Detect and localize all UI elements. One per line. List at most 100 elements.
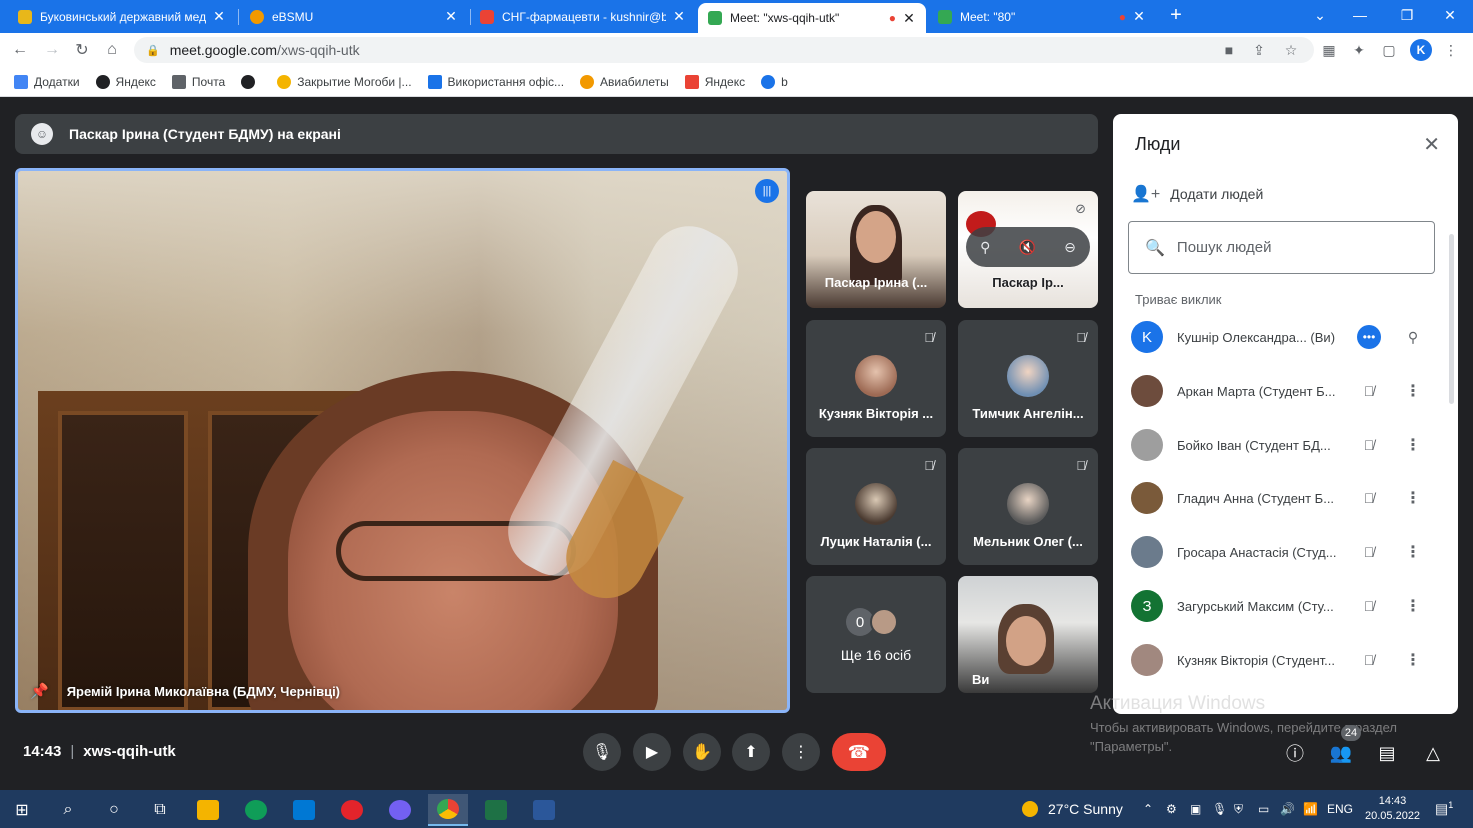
bookmark-globe[interactable]: [241, 74, 261, 89]
people-icon[interactable]: 👥: [1329, 741, 1353, 765]
star-icon[interactable]: ☆: [1282, 41, 1300, 59]
close-window-button[interactable]: ✕: [1430, 0, 1470, 30]
mail-app[interactable]: [284, 794, 324, 826]
more-vert-icon[interactable]: ⋮: [1401, 650, 1425, 670]
menu-icon[interactable]: ⋮: [1442, 41, 1460, 59]
battery-icon[interactable]: ▭: [1258, 802, 1269, 816]
close-icon[interactable]: ✕: [672, 8, 686, 25]
add-people-button[interactable]: 👤+ Додати людей: [1131, 184, 1263, 204]
pin-icon[interactable]: 📌: [30, 682, 49, 700]
tab-meet-80[interactable]: Meet: "80" ● ✕: [928, 0, 1156, 33]
main-speaker-video[interactable]: ||| 📌 Яремій Ірина Миколаївна (БДМУ, Чер…: [15, 168, 790, 713]
more-options-icon[interactable]: •••: [1357, 325, 1381, 349]
opera-app[interactable]: [332, 794, 372, 826]
mic-button[interactable]: 🎙: [583, 733, 621, 771]
participant-tile[interactable]: 🎙̸ Тимчик Ангелін...: [958, 320, 1098, 437]
participant-tile-presenting[interactable]: ⚲ 🔇 ⊖ ⊘ Паскар Ір...: [958, 191, 1098, 308]
tray-security-icon[interactable]: ⛨: [1234, 802, 1243, 817]
participant-tile[interactable]: 🎙̸ Мельник Олег (...: [958, 448, 1098, 565]
pin-icon[interactable]: ⚲: [980, 239, 990, 256]
participant-tile[interactable]: 🎙̸ Луцик Наталія (...: [806, 448, 946, 565]
close-icon[interactable]: ✕: [444, 8, 458, 25]
mute-icon[interactable]: 🔇: [1019, 239, 1036, 256]
more-options-button[interactable]: ⋮: [782, 733, 820, 771]
tray-icon[interactable]: ⚙: [1166, 802, 1177, 816]
puzzle-icon[interactable]: ✦: [1350, 41, 1368, 59]
bookmark-office[interactable]: Використання офіс...: [427, 74, 564, 89]
participant-tile[interactable]: 🎙̸ Кузняк Вікторія ...: [806, 320, 946, 437]
word-app[interactable]: [524, 794, 564, 826]
edge-app[interactable]: [236, 794, 276, 826]
more-vert-icon[interactable]: ⋮: [1401, 596, 1425, 616]
hang-up-button[interactable]: ☎: [832, 733, 886, 771]
bookmark-yandex-2[interactable]: Яндекс: [684, 74, 745, 89]
more-vert-icon[interactable]: ⋮: [1401, 381, 1425, 401]
bookmark-mogobi[interactable]: Закрытие Могоби |...: [277, 74, 412, 89]
reload-button[interactable]: ↻: [70, 38, 94, 62]
people-search-input[interactable]: 🔍 Пошук людей: [1128, 221, 1435, 274]
language-indicator[interactable]: ENG: [1327, 802, 1353, 816]
task-view-button[interactable]: ⧉: [140, 794, 180, 826]
tab-ebsmu[interactable]: eBSMU ✕: [240, 0, 468, 33]
bookmark-b[interactable]: b: [761, 74, 788, 89]
chrome-app[interactable]: [428, 794, 468, 826]
extension-icon[interactable]: ▦: [1320, 41, 1338, 59]
bookmark-mail[interactable]: Почта: [171, 74, 225, 89]
clock[interactable]: 14:43 20.05.2022: [1365, 794, 1420, 824]
close-icon[interactable]: ✕: [1132, 8, 1146, 25]
camera-button[interactable]: ▶: [633, 733, 671, 771]
bookmark-apps[interactable]: Додатки: [14, 74, 80, 89]
panel-scrollbar[interactable]: [1449, 234, 1454, 404]
tray-mic-icon[interactable]: 🎙: [1212, 802, 1227, 816]
wifi-icon[interactable]: 📶: [1303, 802, 1318, 816]
remove-icon[interactable]: ⊖: [1064, 239, 1076, 256]
participant-tile[interactable]: Паскар Ірина (...: [806, 191, 946, 308]
notifications-icon[interactable]: ▤1: [1435, 800, 1453, 818]
forward-button[interactable]: →: [40, 38, 64, 62]
more-vert-icon[interactable]: ⋮: [1401, 488, 1425, 508]
start-button[interactable]: ⊞: [2, 794, 42, 826]
more-vert-icon[interactable]: ⋮: [1401, 542, 1425, 562]
info-icon[interactable]: ⓘ: [1283, 741, 1307, 765]
restore-button[interactable]: ❐: [1387, 0, 1427, 30]
participant-row[interactable]: Гладич Анна (Студент Б... 🎙̸ ⋮: [1131, 478, 1431, 518]
address-bar[interactable]: 🔒 meet.google.com/xws-qqih-utk: [134, 37, 1314, 63]
tab-meet-active[interactable]: Meet: "xws-qqih-utk" ● ✕: [698, 3, 926, 33]
activities-icon[interactable]: △: [1421, 741, 1445, 765]
present-button[interactable]: ⬆: [732, 733, 770, 771]
cortana-button[interactable]: ○: [94, 794, 134, 826]
tray-camera-icon[interactable]: ▣: [1190, 802, 1201, 816]
close-icon[interactable]: ✕: [212, 8, 226, 25]
bookmark-yandex[interactable]: Яндекс: [95, 74, 156, 89]
participant-row[interactable]: Бойко Іван (Студент БД... 🎙̸ ⋮: [1131, 425, 1431, 465]
chat-icon[interactable]: ▤: [1375, 741, 1399, 765]
viber-app[interactable]: [380, 794, 420, 826]
minimize-button[interactable]: —: [1340, 0, 1380, 30]
more-participants-tile[interactable]: 0 Ще 16 осіб: [806, 576, 946, 693]
new-tab-button[interactable]: +: [1156, 0, 1196, 30]
participant-row[interactable]: Кузняк Вікторія (Студент... 🎙̸ ⋮: [1131, 640, 1431, 680]
explorer-app[interactable]: [188, 794, 228, 826]
excel-app[interactable]: [476, 794, 516, 826]
back-button[interactable]: ←: [8, 38, 32, 62]
search-button[interactable]: ⌕: [48, 794, 88, 826]
raise-hand-button[interactable]: ✋: [683, 733, 721, 771]
home-button[interactable]: ⌂: [100, 38, 124, 62]
bookmark-avia[interactable]: Авиабилеты: [580, 74, 669, 89]
close-icon[interactable]: ✕: [902, 10, 916, 27]
tab-search-button[interactable]: ⌄: [1300, 0, 1340, 30]
more-vert-icon[interactable]: ⋮: [1401, 435, 1425, 455]
participant-row[interactable]: Аркан Марта (Студент Б... 🎙̸ ⋮: [1131, 371, 1431, 411]
share-icon[interactable]: ⇪: [1250, 41, 1268, 59]
volume-icon[interactable]: 🔊: [1280, 802, 1295, 816]
pin-icon[interactable]: ⚲: [1401, 329, 1425, 346]
camera-icon[interactable]: ■: [1220, 41, 1238, 59]
tray-chevron-icon[interactable]: ⌃: [1143, 802, 1153, 816]
participant-row[interactable]: З Загурський Максим (Сту... 🎙̸ ⋮: [1131, 586, 1431, 626]
sidepanel-icon[interactable]: ▢: [1380, 41, 1398, 59]
profile-avatar[interactable]: K: [1410, 39, 1432, 61]
participant-row[interactable]: Гросара Анастасія (Студ... 🎙̸ ⋮: [1131, 532, 1431, 572]
participant-row-self[interactable]: K Кушнір Олександра... (Ви) ••• ⚲: [1131, 317, 1431, 357]
close-panel-icon[interactable]: ✕: [1423, 132, 1440, 157]
tab-gmail[interactable]: СНГ-фармацевти - kushnir@bsm ✕: [470, 0, 696, 33]
